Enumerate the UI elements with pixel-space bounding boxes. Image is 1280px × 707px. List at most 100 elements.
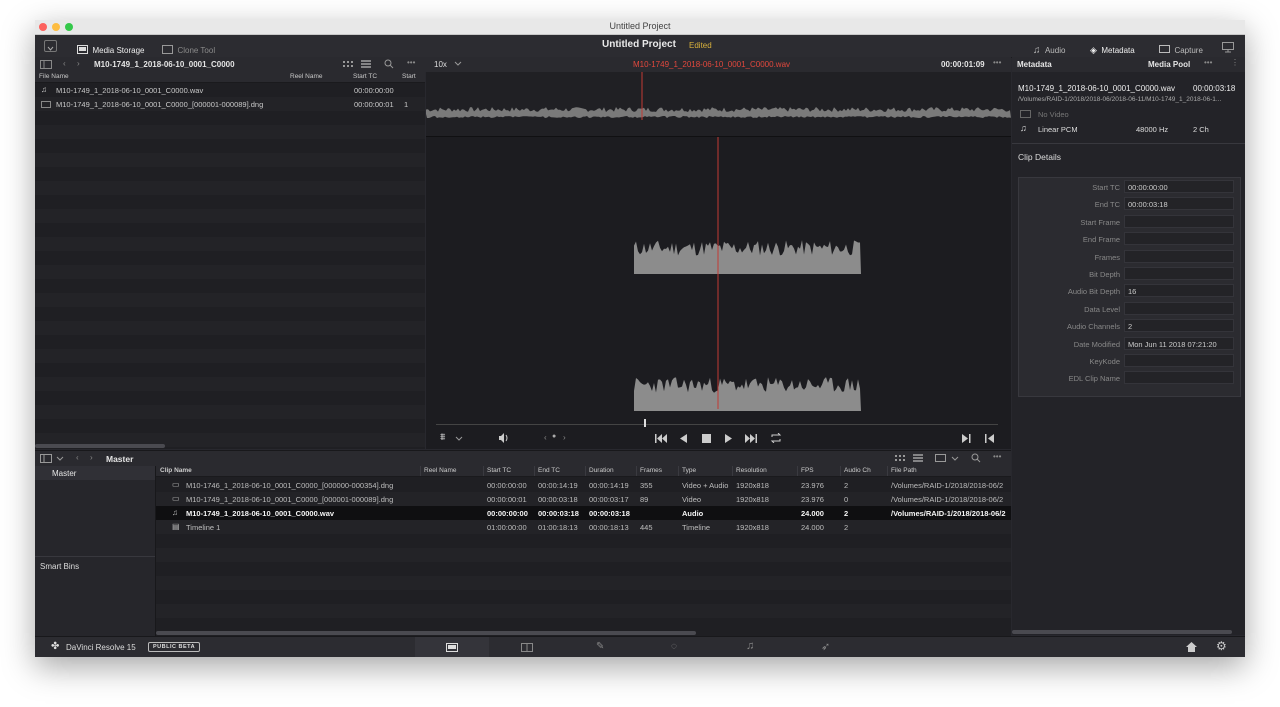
column-header[interactable]: Start TC — [353, 73, 377, 80]
play-icon[interactable] — [725, 434, 733, 443]
audio-viewer[interactable] — [426, 72, 1011, 449]
clip-row[interactable]: ▭ M10-1746_1_2018-06-10_0001_C0000_[00000… — [156, 478, 1011, 492]
horizontal-scrollbar[interactable] — [1012, 630, 1232, 634]
list-view-icon[interactable] — [913, 454, 923, 463]
chevron-down-icon[interactable] — [454, 61, 462, 67]
column-header[interactable]: Reel Name — [424, 467, 457, 474]
column-header[interactable]: Frames — [640, 467, 662, 474]
channel-waveforms[interactable] — [426, 137, 1011, 417]
metadata-field-label: Audio Bit Depth — [1067, 287, 1120, 297]
column-header[interactable]: File Name — [39, 73, 69, 80]
list-view-icon[interactable] — [361, 60, 371, 69]
file-row[interactable]: ♫ M10-1749_1_2018-06-10_0001_C0000.wav 0… — [35, 83, 425, 97]
column-header[interactable]: Reel Name — [290, 73, 323, 80]
stop-icon[interactable] — [702, 434, 711, 443]
metadata-field-input[interactable] — [1124, 371, 1234, 385]
go-to-start-icon[interactable] — [655, 434, 667, 443]
jog-dot-icon[interactable]: ● — [552, 433, 556, 440]
column-header[interactable]: Audio Ch — [844, 467, 871, 474]
audio-waveform-icon[interactable]: ⩩ — [440, 432, 445, 443]
viewer-clip-name[interactable]: M10-1749_1_2018-06-10_0001_C0000.wav — [633, 60, 790, 69]
thumbnail-size-icon[interactable] — [935, 454, 946, 462]
column-header[interactable]: Type — [682, 467, 696, 474]
column-header[interactable]: File Path — [891, 467, 917, 474]
tab-deliver[interactable]: ➶ — [790, 637, 864, 657]
volume-icon[interactable] — [498, 433, 510, 443]
tab-color[interactable]: ◌ — [640, 637, 714, 657]
smart-bins-label[interactable]: Smart Bins — [40, 562, 79, 571]
audio-panel-button[interactable]: ♫ Audio — [1033, 40, 1065, 58]
media-browser-list: File Name Reel Name Start TC Start ♫ M10… — [35, 72, 425, 449]
file-row[interactable]: M10-1749_1_2018-06-10_0001_C0000_[000001… — [35, 97, 425, 111]
capture-panel-button[interactable]: Capture — [1159, 40, 1203, 58]
column-header[interactable]: FPS — [801, 467, 814, 474]
column-header[interactable]: End TC — [538, 467, 560, 474]
viewer-timecode[interactable]: 00:00:01:09 — [941, 60, 985, 69]
media-pool-label[interactable]: Media Pool — [1148, 60, 1190, 69]
clip-row[interactable]: ▭ M10-1749_1_2018-06-10_0001_C0000_[00000… — [156, 492, 1011, 506]
clip-row[interactable]: ♫ M10-1749_1_2018-06-10_0001_C0000.wav 00:… — [156, 506, 1011, 520]
display-icon[interactable] — [1222, 40, 1234, 58]
sidebar-toggle-icon[interactable] — [40, 454, 52, 463]
clip-row[interactable]: ▤ Timeline 1 01:00:00:00 01:00:18:13 00:00:1… — [156, 520, 1011, 534]
pin-icon[interactable]: ⋮ — [1231, 58, 1239, 67]
column-header[interactable]: Start TC — [487, 467, 511, 474]
horizontal-scrollbar[interactable] — [156, 631, 696, 635]
metadata-field-input[interactable] — [1124, 249, 1234, 263]
metadata-field-input[interactable] — [1124, 214, 1234, 228]
metadata-field-input[interactable]: 16 — [1124, 284, 1234, 298]
back-icon[interactable]: ‹ — [63, 59, 66, 68]
metadata-field-input[interactable] — [1124, 301, 1234, 315]
workspace-menu-button[interactable] — [44, 40, 57, 52]
tab-edit[interactable] — [490, 637, 564, 657]
go-to-end-icon[interactable] — [745, 434, 757, 443]
forward-icon[interactable]: › — [77, 59, 80, 68]
chevron-down-icon[interactable] — [56, 456, 64, 462]
sidebar-toggle-icon[interactable] — [40, 60, 52, 69]
metadata-field-input[interactable] — [1124, 232, 1234, 246]
chevron-down-icon[interactable] — [455, 436, 463, 442]
more-options-icon[interactable]: ••• — [1204, 58, 1212, 67]
more-options-icon[interactable]: ••• — [993, 452, 1001, 461]
column-header[interactable]: Start — [402, 73, 416, 80]
forward-icon[interactable]: › — [90, 453, 93, 462]
jog-left-icon[interactable]: ‹ — [544, 433, 547, 442]
metadata-panel-button[interactable]: ◈ Metadata — [1090, 40, 1135, 58]
horizontal-scrollbar[interactable] — [35, 444, 165, 448]
loop-icon[interactable] — [770, 433, 782, 443]
tab-fairlight[interactable]: ♫ — [715, 637, 789, 657]
mark-in-icon[interactable] — [962, 434, 971, 443]
back-icon[interactable]: ‹ — [76, 453, 79, 462]
play-reverse-icon[interactable] — [680, 434, 688, 443]
metadata-field-input[interactable]: 00:00:03:18 — [1124, 197, 1234, 211]
more-options-icon[interactable]: ••• — [407, 58, 415, 67]
transport-controls: ⩩ ‹ ● › — [426, 428, 1011, 449]
metadata-field-input[interactable]: 00:00:00:00 — [1124, 180, 1234, 193]
column-header[interactable]: Resolution — [736, 467, 767, 474]
jog-right-icon[interactable]: › — [563, 433, 566, 442]
tab-media[interactable] — [415, 637, 489, 657]
column-header[interactable]: Duration — [589, 467, 614, 474]
mark-out-icon[interactable] — [985, 434, 994, 443]
more-options-icon[interactable]: ••• — [993, 58, 1001, 67]
metadata-field-input[interactable] — [1124, 354, 1234, 367]
metadata-field-input[interactable] — [1124, 267, 1234, 280]
zoom-level[interactable]: 10x — [434, 60, 447, 69]
overview-waveform[interactable] — [426, 72, 1011, 136]
home-icon[interactable] — [1186, 642, 1197, 652]
gear-icon[interactable]: ⚙ — [1216, 639, 1227, 653]
search-icon[interactable] — [384, 59, 394, 69]
media-storage-label: Media Storage — [92, 46, 145, 55]
chevron-down-icon — [47, 46, 54, 51]
grid-view-icon[interactable] — [343, 61, 353, 69]
grid-view-icon[interactable] — [895, 455, 905, 463]
chevron-down-icon[interactable] — [951, 456, 959, 462]
tab-fusion[interactable]: ✎ — [565, 637, 639, 657]
search-icon[interactable] — [971, 453, 981, 463]
jog-bar[interactable] — [436, 424, 998, 425]
scrub-handle[interactable] — [644, 419, 646, 427]
metadata-field-input[interactable]: Mon Jun 11 2018 07:21:20 — [1124, 336, 1234, 350]
bin-item-master[interactable]: Master — [35, 466, 155, 480]
column-header[interactable]: Clip Name — [160, 467, 192, 474]
metadata-field-input[interactable]: 2 — [1124, 319, 1234, 333]
